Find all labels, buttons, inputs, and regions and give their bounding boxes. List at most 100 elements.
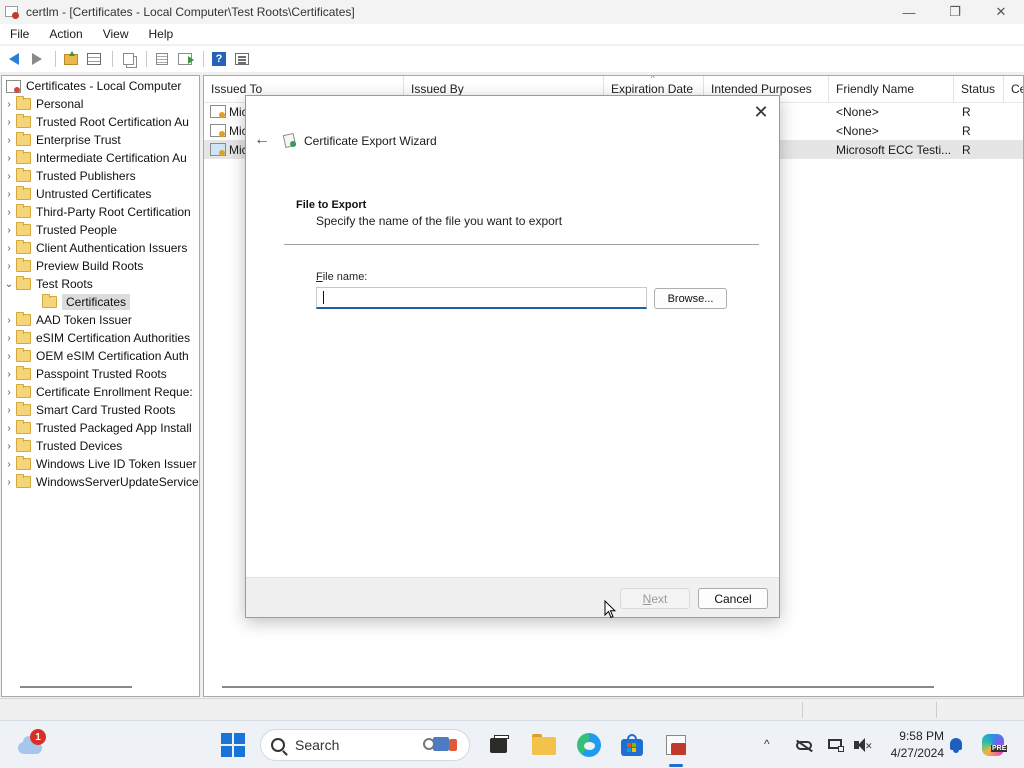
tree-item-trusted-people[interactable]: › Trusted People bbox=[2, 221, 117, 239]
tree-item-untrusted[interactable]: › Untrusted Certificates bbox=[2, 185, 151, 203]
tree-item-smart-card[interactable]: › Smart Card Trusted Roots bbox=[2, 401, 175, 419]
chevron-right-icon[interactable]: › bbox=[2, 221, 16, 239]
chevron-right-icon[interactable]: › bbox=[2, 149, 16, 167]
active-app-indicator bbox=[669, 764, 683, 767]
browse-button[interactable]: Browse... bbox=[654, 288, 727, 309]
onedrive-offline-icon[interactable] bbox=[796, 737, 813, 753]
chevron-right-icon[interactable]: › bbox=[2, 419, 16, 437]
cancel-button[interactable]: Cancel bbox=[698, 588, 768, 609]
chevron-right-icon[interactable]: › bbox=[2, 437, 16, 455]
start-button[interactable] bbox=[221, 733, 245, 757]
close-icon[interactable]: ✕ bbox=[749, 100, 773, 124]
dialog-title: Certificate Export Wizard bbox=[304, 134, 437, 148]
page-subheading: Specify the name of the file you want to… bbox=[316, 214, 563, 228]
chevron-right-icon[interactable]: › bbox=[2, 401, 16, 419]
maximize-button[interactable]: ❐ bbox=[932, 0, 978, 24]
tree-item-trusted-publishers[interactable]: › Trusted Publishers bbox=[2, 167, 136, 185]
chevron-right-icon[interactable]: › bbox=[2, 311, 16, 329]
chevron-right-icon[interactable]: › bbox=[2, 113, 16, 131]
tree-root[interactable]: Certificates - Local Computer bbox=[6, 77, 181, 95]
clock-date[interactable]: 4/27/2024 bbox=[880, 746, 944, 760]
tree-item-enrollment[interactable]: › Certificate Enrollment Reque: bbox=[2, 383, 193, 401]
tree-item-enterprise-trust[interactable]: › Enterprise Trust bbox=[2, 131, 121, 149]
chevron-right-icon[interactable]: › bbox=[2, 365, 16, 383]
chevron-right-icon[interactable]: › bbox=[2, 257, 16, 275]
chevron-down-icon[interactable]: ⌄ bbox=[2, 275, 16, 293]
chevron-right-icon[interactable]: › bbox=[2, 239, 16, 257]
export-list-icon[interactable] bbox=[175, 49, 195, 69]
notification-bell-icon[interactable] bbox=[948, 737, 964, 753]
chevron-right-icon[interactable]: › bbox=[2, 95, 16, 113]
minimize-button[interactable]: — bbox=[886, 0, 932, 24]
copilot-icon[interactable]: PRE bbox=[982, 734, 1008, 756]
chevron-right-icon[interactable]: › bbox=[2, 131, 16, 149]
tree-item-test-roots-certificates[interactable]: Certificates bbox=[42, 293, 131, 311]
tree-item-wsus[interactable]: › WindowsServerUpdateService bbox=[2, 473, 199, 491]
tree-item-personal[interactable]: › Personal bbox=[2, 95, 83, 113]
forward-arrow-icon[interactable] bbox=[27, 49, 47, 69]
folder-icon bbox=[16, 366, 31, 380]
chevron-right-icon[interactable]: › bbox=[2, 383, 16, 401]
tree-horizontal-scrollbar[interactable] bbox=[20, 686, 132, 688]
title-bar: certlm - [Certificates - Local Computer\… bbox=[0, 0, 1024, 24]
folder-icon bbox=[16, 330, 31, 344]
chevron-right-icon[interactable]: › bbox=[2, 347, 16, 365]
tree-item-trusted-devices[interactable]: › Trusted Devices bbox=[2, 437, 122, 455]
tree-item-preview-build-roots[interactable]: › Preview Build Roots bbox=[2, 257, 143, 275]
file-name-input[interactable] bbox=[316, 287, 647, 309]
certificate-manager-taskbar-icon[interactable] bbox=[664, 733, 688, 757]
copy-icon[interactable] bbox=[118, 49, 138, 69]
column-certificate-template[interactable]: Ce bbox=[1004, 76, 1023, 102]
column-status[interactable]: Status bbox=[954, 76, 1004, 102]
tree-item-client-auth[interactable]: › Client Authentication Issuers bbox=[2, 239, 187, 257]
chevron-right-icon[interactable]: › bbox=[2, 185, 16, 203]
tree-item-passpoint[interactable]: › Passpoint Trusted Roots bbox=[2, 365, 167, 383]
folder-icon bbox=[16, 276, 31, 290]
chevron-right-icon[interactable]: › bbox=[2, 329, 16, 347]
tree-item-oem-esim[interactable]: › OEM eSIM Certification Auth bbox=[2, 347, 189, 365]
properties-icon[interactable] bbox=[232, 49, 252, 69]
file-explorer-icon[interactable] bbox=[532, 733, 556, 757]
tree-item-intermediate[interactable]: › Intermediate Certification Au bbox=[2, 149, 187, 167]
tree-item-aad-token[interactable]: › AAD Token Issuer bbox=[2, 311, 132, 329]
menu-help[interactable]: Help bbox=[139, 27, 184, 41]
notification-badge: 1 bbox=[30, 729, 46, 745]
edge-browser-icon[interactable] bbox=[577, 733, 601, 757]
chevron-right-icon[interactable]: › bbox=[2, 167, 16, 185]
column-friendly-name[interactable]: Friendly Name bbox=[829, 76, 954, 102]
chevron-right-icon[interactable]: › bbox=[2, 455, 16, 473]
task-view-icon[interactable] bbox=[488, 733, 512, 757]
open-folder-icon bbox=[42, 294, 57, 308]
tree-item-live-id[interactable]: › Windows Live ID Token Issuer bbox=[2, 455, 197, 473]
next-button[interactable]: Next bbox=[620, 588, 690, 609]
tree-item-test-roots[interactable]: ⌄ Test Roots bbox=[2, 275, 93, 293]
chevron-right-icon[interactable]: › bbox=[2, 203, 16, 221]
back-arrow-icon[interactable]: ← bbox=[252, 130, 272, 150]
folder-icon bbox=[16, 186, 31, 200]
taskbar-search-box[interactable]: Search bbox=[260, 729, 470, 761]
display-icon[interactable] bbox=[828, 737, 844, 753]
folder-icon bbox=[16, 348, 31, 362]
back-arrow-icon[interactable] bbox=[4, 49, 24, 69]
menu-file[interactable]: File bbox=[0, 27, 39, 41]
show-hidden-icons-chevron[interactable]: ^ bbox=[764, 737, 770, 751]
clock-time[interactable]: 9:58 PM bbox=[880, 729, 944, 743]
close-window-button[interactable]: ✕ bbox=[978, 0, 1024, 24]
up-folder-icon[interactable] bbox=[61, 49, 81, 69]
show-hide-tree-icon[interactable] bbox=[84, 49, 104, 69]
volume-muted-icon[interactable]: ✕ bbox=[854, 737, 873, 753]
text-caret bbox=[323, 291, 324, 304]
tree-item-esim[interactable]: › eSIM Certification Authorities bbox=[2, 329, 190, 347]
folder-icon bbox=[16, 168, 31, 182]
tree-item-trusted-root[interactable]: › Trusted Root Certification Au bbox=[2, 113, 189, 131]
help-icon[interactable]: ? bbox=[209, 49, 229, 69]
chevron-right-icon[interactable]: › bbox=[2, 473, 16, 491]
list-horizontal-scrollbar[interactable] bbox=[222, 686, 934, 688]
menu-action[interactable]: Action bbox=[39, 27, 92, 41]
list-icon[interactable] bbox=[152, 49, 172, 69]
menu-view[interactable]: View bbox=[93, 27, 139, 41]
toolbar: ? bbox=[0, 46, 1024, 72]
microsoft-store-icon[interactable] bbox=[620, 733, 644, 757]
tree-item-packaged-app[interactable]: › Trusted Packaged App Install bbox=[2, 419, 192, 437]
tree-item-third-party-root[interactable]: › Third-Party Root Certification bbox=[2, 203, 191, 221]
